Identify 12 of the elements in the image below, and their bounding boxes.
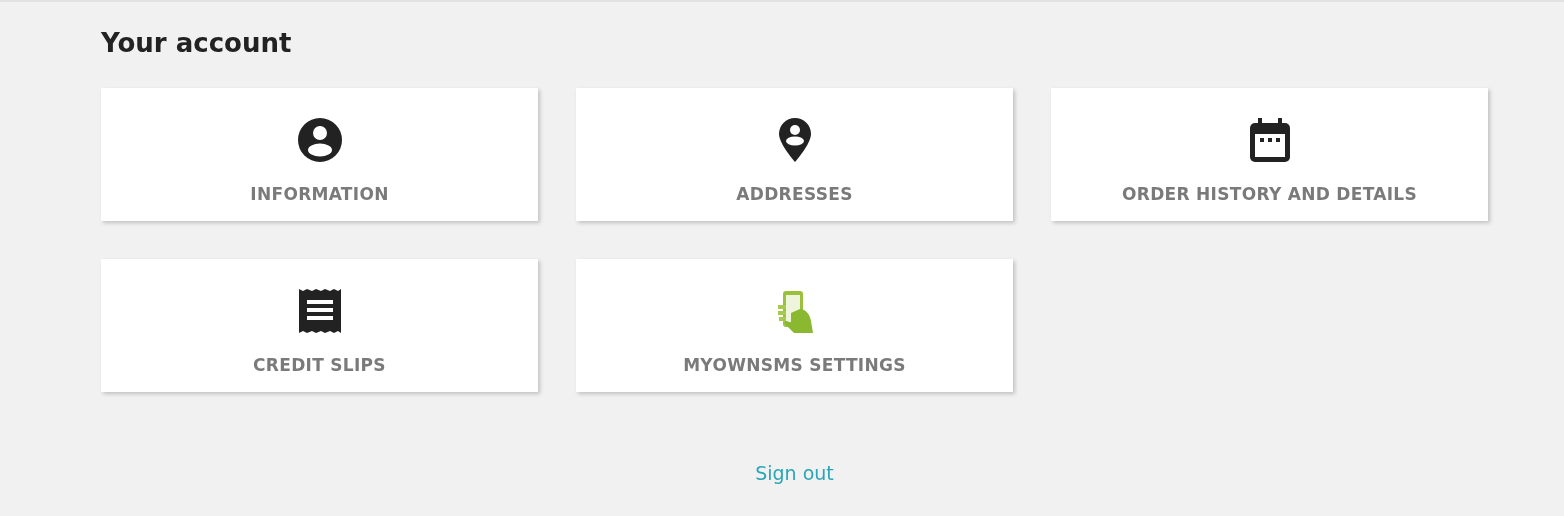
account-tile[interactable]: ADDRESSES <box>576 88 1013 221</box>
account-tile[interactable]: CREDIT SLIPS <box>101 259 538 392</box>
account-tile[interactable]: MYOWNSMS SETTINGS <box>576 259 1013 392</box>
phone-in-hand-icon <box>775 289 814 333</box>
receipt-icon <box>298 287 341 333</box>
account-tile[interactable]: INFORMATION <box>101 88 538 221</box>
sign-out-link[interactable]: Sign out <box>755 462 834 484</box>
page-title: Your account <box>101 28 293 58</box>
location-pin-icon <box>778 118 811 162</box>
user-icon <box>297 118 342 162</box>
account-tile[interactable]: ORDER HISTORY AND DETAILS <box>1051 88 1488 221</box>
calendar-icon <box>1249 118 1290 162</box>
